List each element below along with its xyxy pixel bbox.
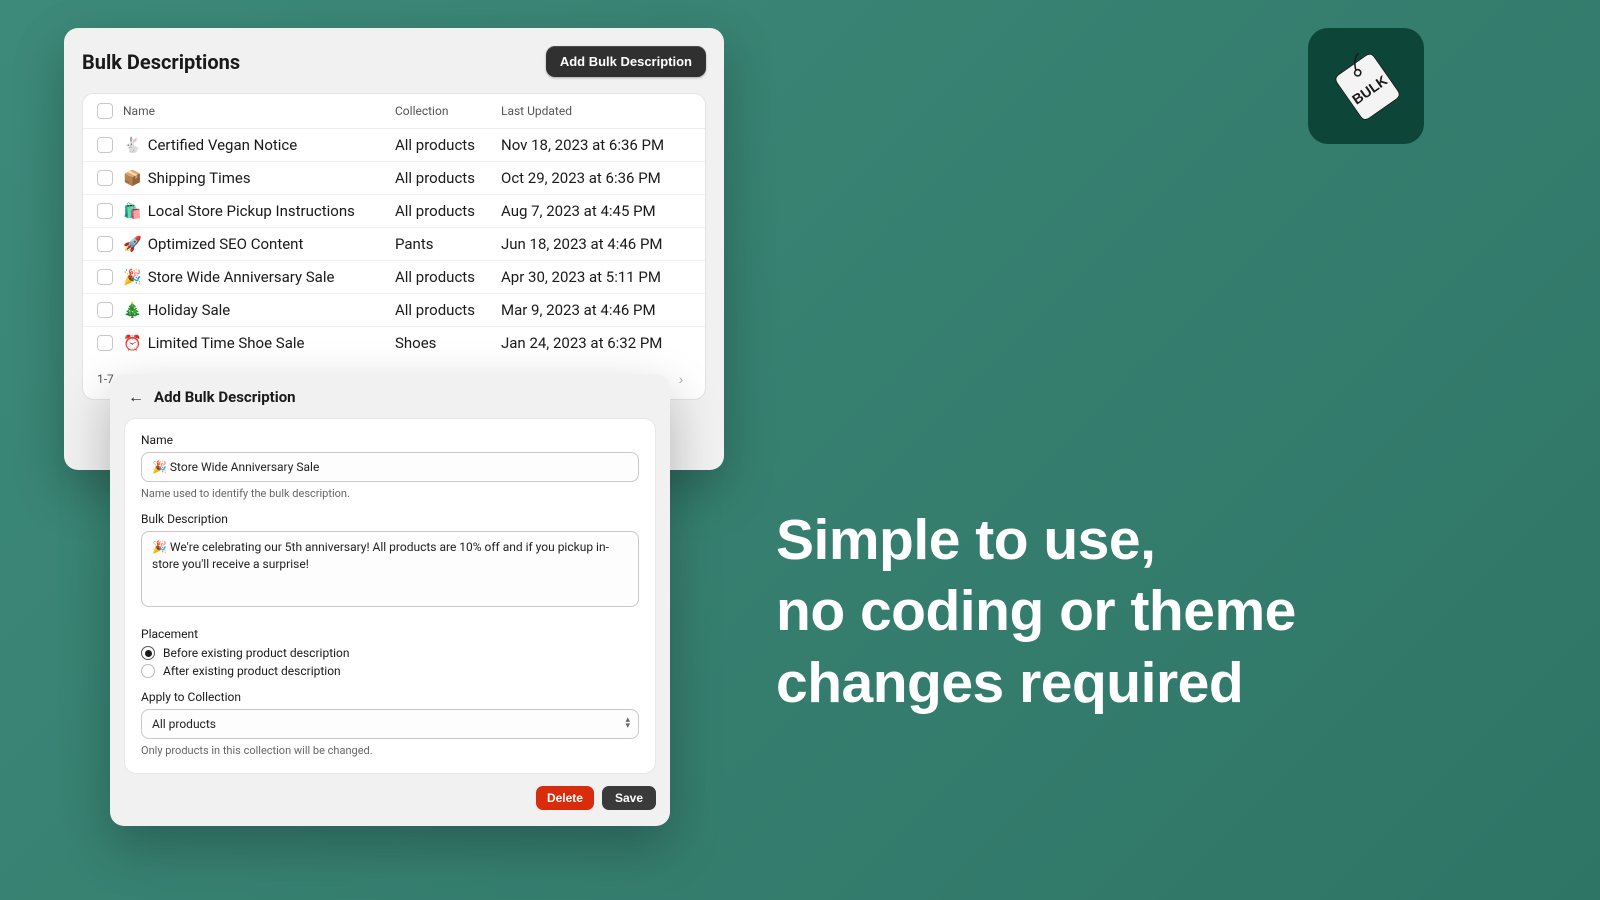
form-title: Add Bulk Description — [154, 388, 296, 406]
apply-help-text: Only products in this collection will be… — [141, 744, 639, 757]
row-checkbox[interactable] — [97, 335, 113, 351]
row-emoji-icon: 🎉 — [123, 268, 142, 286]
bulk-tag-icon: BULK — [1327, 47, 1405, 125]
save-button[interactable]: Save — [602, 786, 656, 810]
select-all-checkbox[interactable] — [97, 103, 113, 119]
next-page-button[interactable]: › — [671, 369, 691, 389]
placement-after-option[interactable]: After existing product description — [141, 664, 639, 678]
add-bulk-description-button[interactable]: Add Bulk Description — [546, 46, 706, 77]
row-collection-text: All products — [395, 169, 501, 187]
row-name-text: Local Store Pickup Instructions — [148, 202, 355, 220]
row-name-text: Shipping Times — [148, 169, 251, 187]
row-collection-text: All products — [395, 136, 501, 154]
column-header-updated: Last Updated — [501, 104, 691, 118]
row-collection-text: Pants — [395, 235, 501, 253]
row-collection-text: All products — [395, 202, 501, 220]
column-header-collection: Collection — [395, 104, 501, 118]
table-row[interactable]: 🎉 Store Wide Anniversary Sale All produc… — [83, 261, 705, 294]
descriptions-table: Name Collection Last Updated 🐇 Certified… — [82, 93, 706, 400]
placement-before-label: Before existing product description — [163, 646, 350, 660]
table-header: Name Collection Last Updated — [83, 94, 705, 129]
app-icon: BULK — [1308, 28, 1424, 144]
row-collection-text: All products — [395, 301, 501, 319]
description-label: Bulk Description — [141, 512, 639, 526]
add-bulk-description-panel: ← Add Bulk Description Name Name used to… — [110, 374, 670, 826]
row-name-text: Store Wide Anniversary Sale — [148, 268, 335, 286]
apply-collection-select[interactable]: All products — [141, 709, 639, 739]
delete-button[interactable]: Delete — [536, 786, 594, 810]
row-collection-text: Shoes — [395, 334, 501, 352]
back-arrow-icon[interactable]: ← — [128, 389, 144, 405]
apply-collection-label: Apply to Collection — [141, 690, 639, 704]
radio-icon — [141, 664, 155, 678]
table-row[interactable]: ⏰ Limited Time Shoe Sale Shoes Jan 24, 2… — [83, 327, 705, 359]
table-row[interactable]: 🎄 Holiday Sale All products Mar 9, 2023 … — [83, 294, 705, 327]
name-input[interactable] — [141, 452, 639, 482]
radio-icon — [141, 646, 155, 660]
table-row[interactable]: 🛍️ Local Store Pickup Instructions All p… — [83, 195, 705, 228]
placement-label: Placement — [141, 627, 639, 641]
name-label: Name — [141, 433, 639, 447]
row-collection-text: All products — [395, 268, 501, 286]
row-name-text: Certified Vegan Notice — [148, 136, 298, 154]
row-emoji-icon: 📦 — [123, 169, 142, 187]
row-updated-text: Jan 24, 2023 at 6:32 PM — [501, 334, 691, 352]
name-help-text: Name used to identify the bulk descripti… — [141, 487, 639, 500]
row-updated-text: Oct 29, 2023 at 6:36 PM — [501, 169, 691, 187]
placement-after-label: After existing product description — [163, 664, 341, 678]
row-emoji-icon: 🚀 — [123, 235, 142, 253]
table-row[interactable]: 📦 Shipping Times All products Oct 29, 20… — [83, 162, 705, 195]
row-emoji-icon: 🐇 — [123, 136, 142, 154]
row-updated-text: Mar 9, 2023 at 4:46 PM — [501, 301, 691, 319]
row-emoji-icon: ⏰ — [123, 334, 142, 352]
row-updated-text: Jun 18, 2023 at 4:46 PM — [501, 235, 691, 253]
row-name-text: Holiday Sale — [148, 301, 231, 319]
row-updated-text: Apr 30, 2023 at 5:11 PM — [501, 268, 691, 286]
row-checkbox[interactable] — [97, 236, 113, 252]
row-checkbox[interactable] — [97, 203, 113, 219]
row-checkbox[interactable] — [97, 137, 113, 153]
row-emoji-icon: 🎄 — [123, 301, 142, 319]
page-title: Bulk Descriptions — [82, 50, 240, 74]
row-updated-text: Aug 7, 2023 at 4:45 PM — [501, 202, 691, 220]
row-updated-text: Nov 18, 2023 at 6:36 PM — [501, 136, 691, 154]
description-textarea[interactable]: 🎉 We're celebrating our 5th anniversary!… — [141, 531, 639, 607]
row-emoji-icon: 🛍️ — [123, 202, 142, 220]
row-checkbox[interactable] — [97, 269, 113, 285]
row-name-text: Limited Time Shoe Sale — [148, 334, 305, 352]
row-checkbox[interactable] — [97, 302, 113, 318]
marketing-headline: Simple to use, no coding or theme change… — [776, 505, 1296, 719]
table-row[interactable]: 🐇 Certified Vegan Notice All products No… — [83, 129, 705, 162]
row-checkbox[interactable] — [97, 170, 113, 186]
row-name-text: Optimized SEO Content — [148, 235, 304, 253]
column-header-name: Name — [123, 104, 395, 118]
placement-before-option[interactable]: Before existing product description — [141, 646, 639, 660]
table-row[interactable]: 🚀 Optimized SEO Content Pants Jun 18, 20… — [83, 228, 705, 261]
